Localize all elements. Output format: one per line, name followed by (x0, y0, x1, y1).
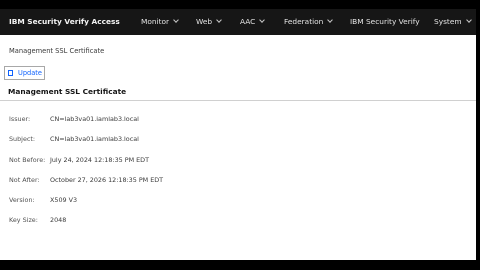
update-button[interactable]: Update (4, 66, 45, 80)
top-navigation-bar: IBM Security Verify Access Monitor Web A… (0, 9, 476, 35)
key-size-label: Key Size: (9, 216, 38, 224)
chevron-down-icon (465, 17, 472, 23)
edit-icon (8, 70, 13, 76)
issuer-label: Issuer: (9, 115, 31, 123)
not-before-value: July 24, 2024 12:18:35 PM EDT (50, 156, 150, 164)
subject-label: Subject: (9, 135, 36, 143)
nav-aac[interactable]: AAC (240, 9, 266, 35)
issuer-value: CN=lab3va01.iamlab3.local (50, 115, 139, 123)
chevron-down-icon (173, 17, 179, 23)
update-button-label: Update (18, 69, 42, 77)
nav-monitor[interactable]: Monitor (141, 9, 179, 35)
version-value: X509 V3 (50, 196, 78, 204)
nav-monitor-label: Monitor (141, 17, 170, 26)
nav-web-label: Web (196, 17, 213, 26)
subject-value: CN=lab3va01.iamlab3.local (50, 135, 139, 143)
chevron-down-icon (327, 17, 334, 23)
screen-frame: IBM Security Verify Access Monitor Web A… (0, 0, 480, 270)
nav-system[interactable]: System (434, 9, 472, 35)
nav-web[interactable]: Web (196, 9, 222, 35)
chevron-down-icon (259, 17, 266, 23)
nav-ibm-security-verify[interactable]: IBM Security Verify (350, 9, 420, 35)
not-before-label: Not Before: (9, 156, 46, 164)
not-after-value: October 27, 2026 12:18:35 PM EDT (50, 176, 164, 184)
brand-title[interactable]: IBM Security Verify Access (9, 9, 120, 35)
key-size-value: 2048 (50, 216, 67, 224)
version-label: Version: (9, 196, 35, 204)
section-title: Management SSL Certificate (8, 87, 127, 96)
not-after-label: Not After: (9, 176, 40, 184)
section-divider (0, 100, 476, 101)
nav-federation[interactable]: Federation (284, 9, 334, 35)
chevron-down-icon (216, 17, 222, 23)
page-title: Management SSL Certificate (9, 47, 105, 55)
nav-ibm-security-verify-label: IBM Security Verify (350, 17, 420, 26)
nav-aac-label: AAC (240, 17, 256, 26)
nav-system-label: System (434, 17, 462, 26)
app-window: IBM Security Verify Access Monitor Web A… (0, 9, 476, 260)
nav-federation-label: Federation (284, 17, 324, 26)
